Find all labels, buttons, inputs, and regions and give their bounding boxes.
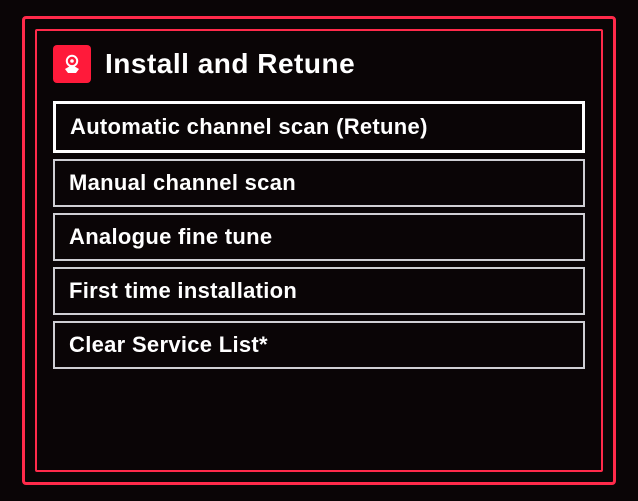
- menu-list: Automatic channel scan (Retune) Manual c…: [53, 101, 585, 369]
- menu-item-analogue-fine-tune[interactable]: Analogue fine tune: [53, 213, 585, 261]
- menu-item-first-time-installation[interactable]: First time installation: [53, 267, 585, 315]
- menu-item-manual-channel-scan[interactable]: Manual channel scan: [53, 159, 585, 207]
- menu-item-clear-service-list[interactable]: Clear Service List*: [53, 321, 585, 369]
- menu-outer-frame: Install and Retune Automatic channel sca…: [22, 16, 616, 485]
- menu-item-automatic-channel-scan[interactable]: Automatic channel scan (Retune): [53, 101, 585, 153]
- menu-title: Install and Retune: [105, 48, 355, 80]
- menu-header: Install and Retune: [53, 45, 585, 83]
- install-retune-icon: [53, 45, 91, 83]
- menu-inner-frame: Install and Retune Automatic channel sca…: [35, 29, 603, 472]
